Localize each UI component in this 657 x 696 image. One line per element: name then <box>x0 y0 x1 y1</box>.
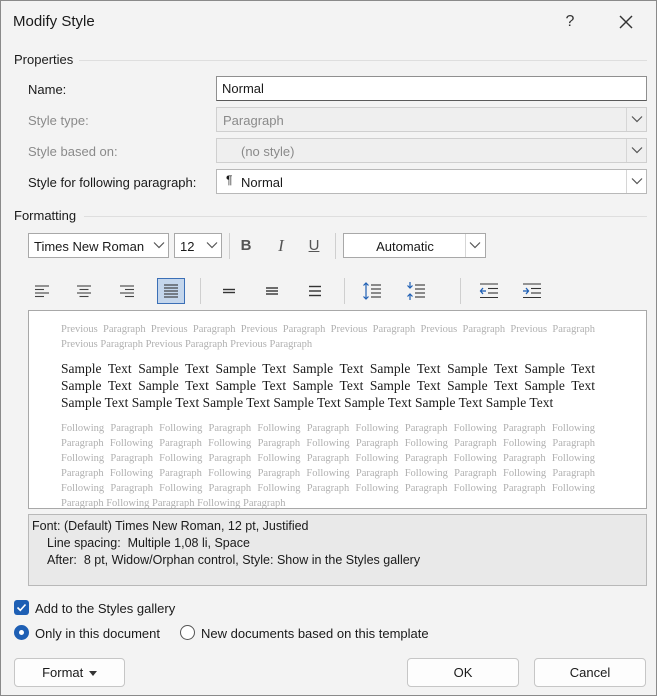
paragraph-spacing-up-icon <box>363 282 381 300</box>
properties-divider <box>79 60 647 61</box>
increase-indent-button[interactable] <box>518 278 546 304</box>
style-type-value: Paragraph <box>223 113 284 128</box>
formatting-divider <box>84 216 647 217</box>
following-paragraph-text: Following Paragraph Following Paragraph … <box>61 423 595 509</box>
close-button[interactable] <box>613 8 639 36</box>
align-center-button[interactable] <box>70 278 98 304</box>
sample-text: Sample Text Sample Text Sample Text Samp… <box>61 361 595 410</box>
format-button-label: Format <box>42 665 84 680</box>
style-preview-pane: Previous Paragraph Previous Paragraph Pr… <box>28 310 647 509</box>
single-spacing-icon <box>223 288 235 294</box>
chevron-down-icon <box>631 178 643 185</box>
add-to-gallery-checkbox[interactable] <box>14 600 29 615</box>
increase-paragraph-spacing-button[interactable] <box>358 278 386 304</box>
decrease-indent-button[interactable] <box>475 278 503 304</box>
checkmark-icon <box>16 603 27 612</box>
toolbar-separator <box>229 233 230 259</box>
description-line-after: After: 8 pt, Widow/Orphan control, Style… <box>47 553 421 567</box>
toolbar-separator <box>200 278 201 304</box>
align-center-icon <box>77 285 91 298</box>
decrease-indent-icon <box>479 283 498 299</box>
following-paragraph-dropdown[interactable]: ¶ Normal <box>216 169 647 194</box>
pilcrow-icon: ¶ <box>226 173 233 187</box>
name-label: Name: <box>28 82 67 97</box>
style-type-label: Style type: <box>28 113 89 128</box>
close-icon <box>619 15 633 29</box>
underline-button[interactable]: U <box>301 233 327 259</box>
toolbar-separator <box>344 278 345 304</box>
style-type-dropdown[interactable]: Paragraph <box>216 107 647 132</box>
only-this-document-label[interactable]: Only in this document <box>35 626 160 641</box>
cancel-button[interactable]: Cancel <box>534 658 646 687</box>
increase-indent-icon <box>523 283 541 299</box>
chevron-down-icon <box>206 242 218 249</box>
font-size-dropdown[interactable]: 12 <box>174 233 222 258</box>
formatting-section-label: Formatting <box>14 208 77 223</box>
align-right-button[interactable] <box>113 278 141 304</box>
one-half-spacing-button[interactable] <box>258 278 286 304</box>
align-left-icon <box>35 285 49 298</box>
chevron-down-icon <box>631 116 643 123</box>
caret-down-icon <box>88 671 97 676</box>
modify-style-dialog: Modify Style ? Properties Name: Normal S… <box>0 0 657 696</box>
properties-section-label: Properties <box>14 52 74 67</box>
italic-button[interactable]: I <box>268 233 294 259</box>
following-paragraph-label: Style for following paragraph: <box>28 175 197 190</box>
new-documents-label[interactable]: New documents based on this template <box>201 626 429 641</box>
format-button[interactable]: Format <box>14 658 125 687</box>
help-button[interactable]: ? <box>559 10 581 34</box>
style-based-on-dropdown-arrow[interactable] <box>626 139 646 162</box>
ok-button[interactable]: OK <box>407 658 519 687</box>
name-input-value: Normal <box>222 81 264 96</box>
double-spacing-button[interactable] <box>301 278 329 304</box>
justify-icon <box>164 284 178 298</box>
style-type-dropdown-arrow[interactable] <box>626 108 646 131</box>
font-name-value: Times New Roman <box>34 239 145 254</box>
name-input[interactable]: Normal <box>216 76 647 101</box>
font-size-dropdown-arrow[interactable] <box>203 234 221 257</box>
align-right-icon <box>120 285 134 298</box>
previous-paragraph-text: Previous Paragraph Previous Paragraph Pr… <box>61 324 595 350</box>
double-spacing-icon <box>309 285 321 297</box>
font-color-dropdown[interactable]: Automatic <box>343 233 486 258</box>
font-name-dropdown[interactable]: Times New Roman <box>28 233 169 258</box>
new-documents-radio[interactable] <box>180 625 195 640</box>
style-based-on-dropdown[interactable]: (no style) <box>216 138 647 163</box>
following-paragraph-dropdown-arrow[interactable] <box>626 170 646 193</box>
chevron-down-icon <box>469 242 481 249</box>
justify-button[interactable] <box>157 278 185 304</box>
dialog-title: Modify Style <box>13 13 95 30</box>
following-paragraph-value: Normal <box>241 175 283 190</box>
single-spacing-button[interactable] <box>215 278 243 304</box>
chevron-down-icon <box>631 147 643 154</box>
description-line-spacing: Line spacing: Multiple 1,08 li, Space <box>47 536 250 550</box>
font-color-value: Automatic <box>376 239 434 254</box>
add-to-gallery-label[interactable]: Add to the Styles gallery <box>35 601 175 616</box>
style-description: Font: (Default) Times New Roman, 12 pt, … <box>28 514 647 586</box>
one-half-spacing-icon <box>266 287 278 295</box>
decrease-paragraph-spacing-button[interactable] <box>402 278 430 304</box>
description-line-font: Font: (Default) Times New Roman, 12 pt, … <box>32 519 309 533</box>
bold-button[interactable]: B <box>233 233 259 259</box>
paragraph-spacing-down-icon <box>407 282 425 300</box>
font-name-dropdown-arrow[interactable] <box>150 234 168 257</box>
align-left-button[interactable] <box>28 278 56 304</box>
title-bar[interactable]: Modify Style ? <box>1 1 656 43</box>
style-based-on-value: (no style) <box>241 144 295 159</box>
toolbar-separator <box>460 278 461 304</box>
style-based-on-label: Style based on: <box>28 144 118 159</box>
toolbar-separator <box>335 233 336 259</box>
font-size-value: 12 <box>180 239 195 254</box>
chevron-down-icon <box>153 242 165 249</box>
font-color-dropdown-arrow[interactable] <box>465 234 485 257</box>
only-this-document-radio[interactable] <box>14 625 29 640</box>
